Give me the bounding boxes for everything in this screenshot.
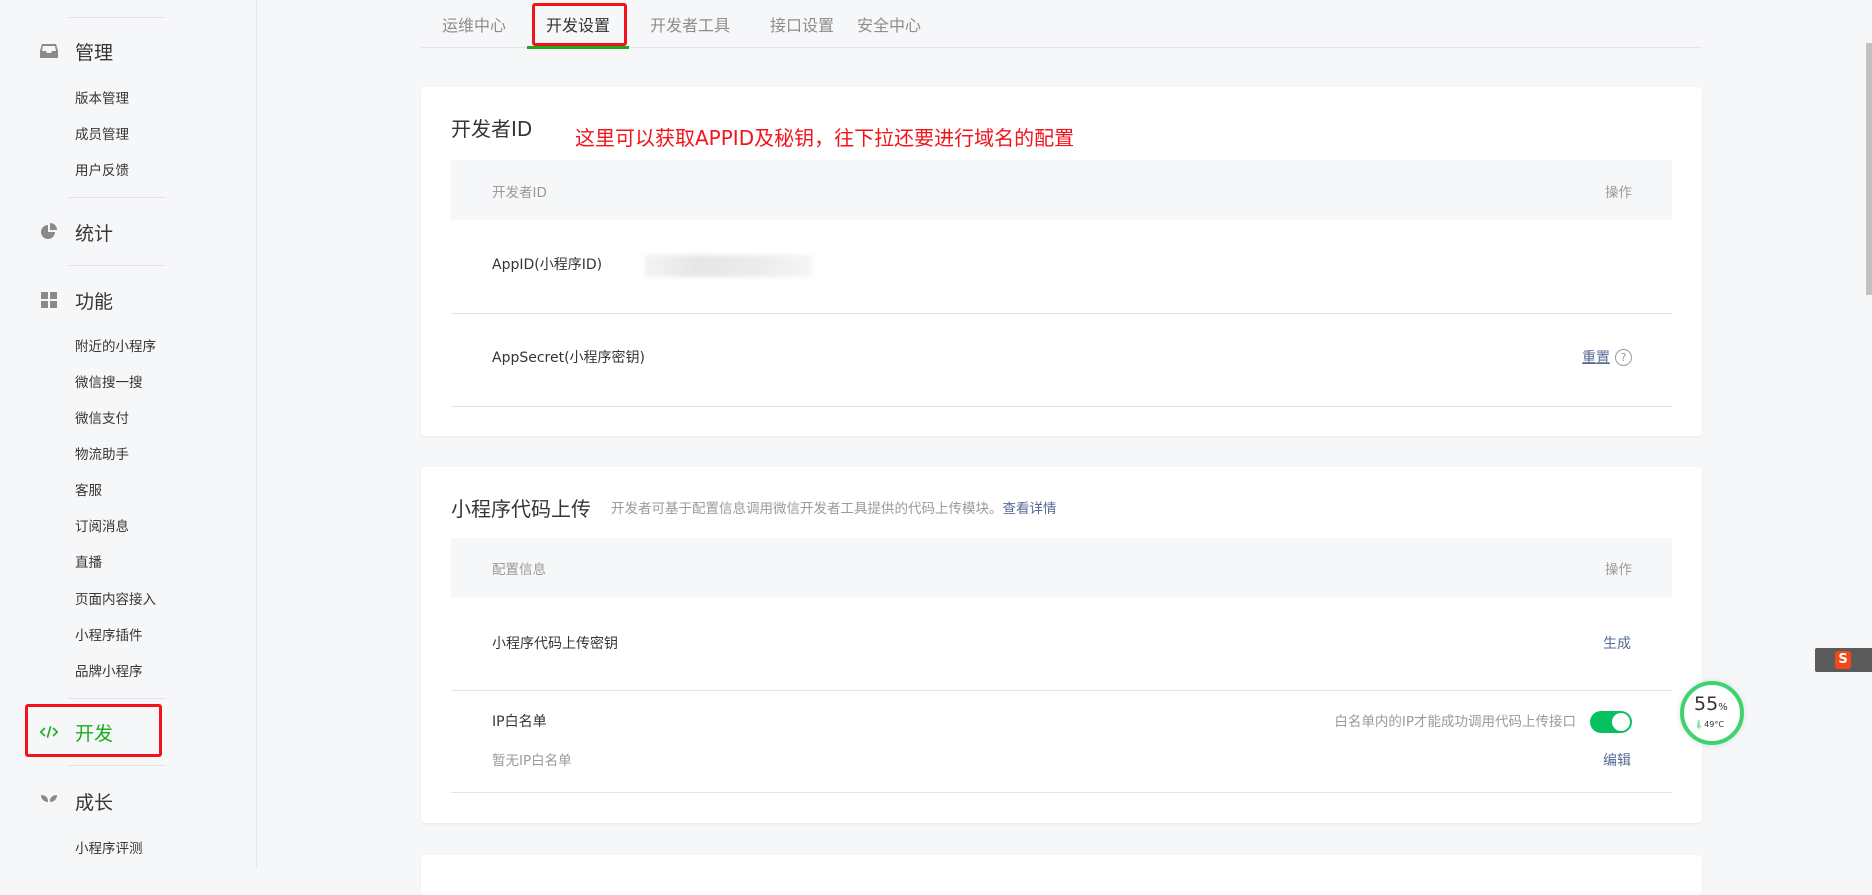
annotation-highlight-box	[532, 3, 627, 46]
sogou-logo-icon: S	[1835, 651, 1851, 669]
ip-whitelist-hint: 白名单内的IP才能成功调用代码上传接口	[1334, 714, 1576, 730]
annotation-text: 这里可以获取APPID及秘钥，往下拉还要进行域名的配置	[575, 126, 1075, 150]
sidebar-item-manage[interactable]: 管理	[40, 36, 113, 66]
temperature: 🌡49°C	[1694, 720, 1724, 729]
divider	[68, 765, 166, 766]
ip-whitelist-empty: 暂无IP白名单	[492, 753, 572, 769]
sidebar-subitem[interactable]: 微信搜一搜	[75, 374, 143, 392]
sidebar-subitem[interactable]: 小程序插件	[75, 627, 143, 645]
generate-key-link[interactable]: 生成	[1603, 635, 1631, 653]
sidebar-subitem-members[interactable]: 成员管理	[75, 126, 129, 144]
sprout-icon	[40, 792, 58, 810]
sidebar-subitem[interactable]: 直播	[75, 554, 102, 572]
performance-widget[interactable]: 55% 🌡49°C	[1680, 681, 1744, 745]
tab-security[interactable]: 安全中心	[857, 16, 921, 36]
help-icon[interactable]: ?	[1615, 349, 1632, 366]
sidebar-subitem[interactable]: 订阅消息	[75, 518, 129, 536]
appid-value-blurred	[645, 255, 812, 277]
divider	[68, 265, 166, 266]
column-header: 配置信息	[492, 562, 546, 578]
section-title: 开发者ID	[451, 117, 533, 141]
table-header: 开发者ID 操作	[451, 160, 1672, 220]
tab-api-settings[interactable]: 接口设置	[770, 16, 834, 36]
percent-sign: %	[1718, 702, 1728, 713]
sidebar-item-label: 成长	[75, 791, 114, 814]
inbox-icon	[40, 42, 58, 60]
view-details-link[interactable]: 查看详情	[1003, 501, 1057, 517]
column-header: 开发者ID	[492, 185, 547, 201]
row-divider	[451, 690, 1672, 691]
sidebar-item-label: 功能	[75, 290, 114, 313]
appid-label: AppID(小程序ID)	[492, 257, 603, 273]
code-upload-card: 小程序代码上传 开发者可基于配置信息调用微信开发者工具提供的代码上传模块。查看详…	[421, 467, 1702, 823]
sidebar: 管理 版本管理 成员管理 用户反馈 统计 功能 附近的小程序 微信搜一搜 微信支…	[0, 0, 257, 869]
next-section-card	[421, 855, 1702, 895]
sidebar-item-label: 管理	[75, 41, 114, 64]
sidebar-item-growth[interactable]: 成长	[40, 786, 113, 816]
row-divider	[451, 792, 1672, 793]
upload-key-label: 小程序代码上传密钥	[492, 636, 618, 652]
percent-value: 55	[1694, 693, 1719, 715]
grid-icon	[40, 291, 58, 309]
section-title: 小程序代码上传	[451, 497, 591, 521]
sidebar-subitem[interactable]: 物流助手	[75, 446, 129, 464]
sidebar-subitem-version[interactable]: 版本管理	[75, 90, 129, 108]
divider	[68, 698, 166, 699]
pie-chart-icon	[40, 223, 58, 241]
table-header: 配置信息 操作	[451, 538, 1672, 597]
sidebar-subitem-feedback[interactable]: 用户反馈	[75, 162, 129, 180]
edit-whitelist-link[interactable]: 编辑	[1603, 752, 1631, 770]
toggle-knob	[1612, 713, 1630, 731]
sidebar-item-stats[interactable]: 统计	[40, 217, 113, 247]
ime-toolbar[interactable]: S	[1815, 648, 1872, 672]
sidebar-item-features[interactable]: 功能	[40, 285, 113, 315]
tab-ops[interactable]: 运维中心	[442, 16, 506, 36]
tab-dev-tools[interactable]: 开发者工具	[650, 16, 730, 36]
column-header: 操作	[1605, 562, 1632, 578]
active-tab-indicator	[527, 46, 629, 49]
sidebar-subitem[interactable]: 客服	[75, 482, 102, 500]
ip-whitelist-toggle[interactable]	[1590, 711, 1632, 733]
thermometer-icon: 🌡	[1694, 720, 1705, 729]
annotation-highlight-box	[25, 704, 162, 757]
section-description: 开发者可基于配置信息调用微信开发者工具提供的代码上传模块。查看详情	[611, 497, 1057, 517]
sidebar-subitem[interactable]: 品牌小程序	[75, 663, 143, 681]
column-header: 操作	[1605, 185, 1632, 201]
scrollbar-thumb[interactable]	[1866, 43, 1872, 295]
row-divider	[451, 406, 1672, 407]
divider	[68, 197, 166, 198]
appsecret-label: AppSecret(小程序密钥)	[492, 350, 646, 366]
sidebar-subitem[interactable]: 页面内容接入	[75, 591, 156, 609]
ip-whitelist-label: IP白名单	[492, 714, 547, 730]
sidebar-subitem[interactable]: 微信支付	[75, 410, 129, 428]
row-divider	[451, 313, 1672, 314]
divider	[68, 17, 166, 18]
reset-secret-link[interactable]: 重置	[1582, 349, 1610, 367]
sidebar-item-label: 统计	[75, 222, 114, 245]
developer-id-card: 开发者ID 这里可以获取APPID及秘钥，往下拉还要进行域名的配置 开发者ID …	[421, 87, 1702, 436]
sidebar-subitem[interactable]: 附近的小程序	[75, 338, 156, 356]
description-text: 开发者可基于配置信息调用微信开发者工具提供的代码上传模块。	[611, 501, 1003, 517]
temperature-value: 49°C	[1704, 720, 1724, 729]
sidebar-subitem[interactable]: 小程序评测	[75, 840, 143, 858]
cpu-percent: 55%	[1694, 693, 1728, 715]
